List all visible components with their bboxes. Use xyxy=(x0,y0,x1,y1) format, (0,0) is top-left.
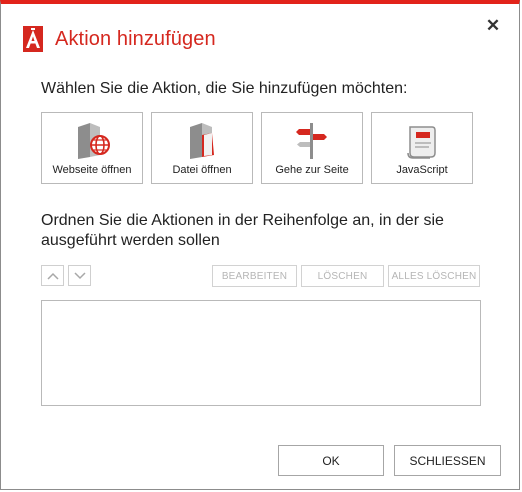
dialog-title: Aktion hinzufügen xyxy=(55,27,216,50)
title-bar: Aktion hinzufügen xyxy=(23,24,216,54)
actions-listbox[interactable] xyxy=(41,300,481,406)
reorder-buttons xyxy=(41,265,91,286)
chevron-down-icon xyxy=(73,271,86,279)
javascript-button[interactable]: JavaScript xyxy=(371,112,473,184)
move-up-button[interactable] xyxy=(41,265,64,286)
delete-button[interactable]: LÖSCHEN xyxy=(301,265,384,287)
close-icon[interactable]: ✕ xyxy=(485,16,501,35)
ok-button[interactable]: OK xyxy=(278,445,384,476)
open-webpage-label: Webseite öffnen xyxy=(52,164,132,176)
edit-button[interactable]: BEARBEITEN xyxy=(212,265,297,287)
order-actions-heading: Ordnen Sie die Aktionen in der Reihenfol… xyxy=(41,212,444,249)
delete-all-button[interactable]: ALLES LÖSCHEN xyxy=(388,265,480,287)
action-type-buttons: Webseite öffnen Datei öffnen Gehe zur Se… xyxy=(41,112,473,184)
app-logo-icon xyxy=(23,26,43,52)
file-icon xyxy=(190,123,214,159)
move-down-button[interactable] xyxy=(68,265,91,286)
go-to-page-button[interactable]: Gehe zur Seite xyxy=(261,112,363,184)
script-scroll-icon xyxy=(407,126,436,159)
open-webpage-button[interactable]: Webseite öffnen xyxy=(41,112,143,184)
webpage-globe-icon xyxy=(78,123,110,159)
list-toolbar: BEARBEITEN LÖSCHEN ALLES LÖSCHEN xyxy=(212,265,480,287)
close-button[interactable]: SCHLIESSEN xyxy=(394,445,501,476)
go-to-page-label: Gehe zur Seite xyxy=(275,164,349,176)
choose-action-heading: Wählen Sie die Aktion, die Sie hinzufüge… xyxy=(41,80,408,97)
add-action-dialog: Aktion hinzufügen ✕ Wählen Sie die Aktio… xyxy=(0,0,520,490)
signpost-icon xyxy=(296,123,327,159)
open-file-button[interactable]: Datei öffnen xyxy=(151,112,253,184)
open-file-label: Datei öffnen xyxy=(172,164,232,176)
javascript-label: JavaScript xyxy=(396,164,448,176)
chevron-up-icon xyxy=(46,272,59,280)
